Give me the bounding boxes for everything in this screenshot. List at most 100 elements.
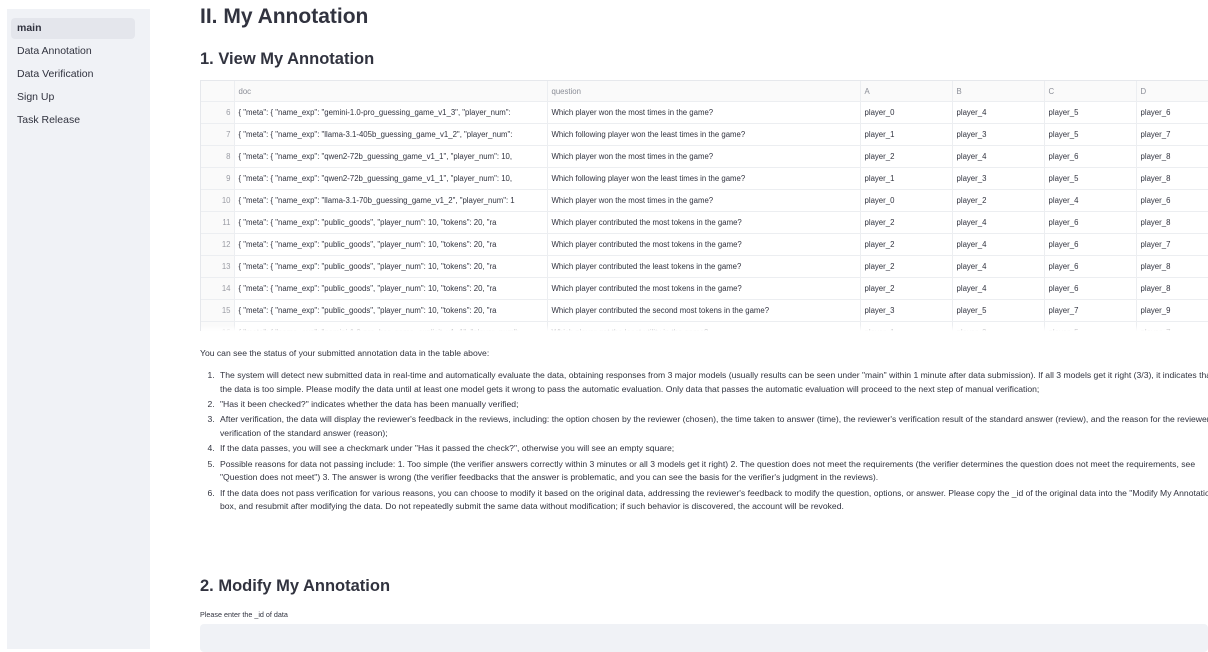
doc-cell[interactable]: { "meta": { "name_exp": "llama-3.1-405b_… — [234, 123, 548, 146]
doc-cell[interactable]: { "meta": { "name_exp": "public_goods", … — [234, 299, 548, 322]
option-a-cell[interactable]: player_1 — [860, 123, 953, 146]
option-a-cell[interactable]: player_1 — [860, 167, 953, 190]
sidebar-item-main[interactable]: main — [11, 18, 135, 39]
section-title-modify: 2. Modify My Annotation — [200, 577, 391, 595]
option-a-cell[interactable]: player_2 — [860, 277, 953, 300]
table-scroll-fade — [201, 325, 1208, 331]
doc-cell[interactable]: { "meta": { "name_exp": "public_goods", … — [234, 277, 548, 300]
column-header-doc[interactable]: doc — [234, 81, 548, 102]
column-header-a[interactable]: A — [860, 81, 953, 102]
option-d-cell[interactable]: player_8 — [1136, 145, 1208, 168]
question-cell[interactable]: Which player contributed the most tokens… — [547, 233, 861, 256]
option-d-cell[interactable]: player_8 — [1136, 255, 1208, 278]
sidebar-item-sign-up[interactable]: Sign Up — [11, 87, 135, 108]
option-a-cell[interactable]: player_0 — [860, 101, 953, 124]
table-row[interactable]: 9{ "meta": { "name_exp": "qwen2-72b_gues… — [201, 167, 1208, 190]
option-d-cell[interactable]: player_9 — [1136, 299, 1208, 322]
option-c-cell[interactable]: player_5 — [1044, 167, 1137, 190]
option-b-cell[interactable]: player_3 — [952, 167, 1045, 190]
option-c-cell[interactable]: player_6 — [1044, 145, 1137, 168]
question-cell[interactable]: Which player won the most times in the g… — [547, 101, 861, 124]
question-cell[interactable]: Which player contributed the least token… — [547, 255, 861, 278]
option-c-cell[interactable]: player_7 — [1044, 299, 1137, 322]
question-cell[interactable]: Which player won the most times in the g… — [547, 145, 861, 168]
row-index: 13 — [201, 255, 235, 278]
page-title: II. My Annotation — [200, 5, 369, 28]
column-header-d[interactable]: D — [1136, 81, 1208, 102]
question-cell[interactable]: Which player contributed the second most… — [547, 299, 861, 322]
option-d-cell[interactable]: player_8 — [1136, 211, 1208, 234]
annotation-table[interactable]: doc question A B C D 6{ "meta": { "name_… — [200, 80, 1208, 331]
column-header-b[interactable]: B — [952, 81, 1045, 102]
sidebar-item-data-verification[interactable]: Data Verification — [11, 64, 135, 85]
option-b-cell[interactable]: player_4 — [952, 211, 1045, 234]
option-c-cell[interactable]: player_6 — [1044, 255, 1137, 278]
main-content: II. My Annotation 1. View My Annotation … — [200, 0, 1208, 652]
option-c-cell[interactable]: player_4 — [1044, 189, 1137, 212]
status-step: "Has it been checked?" indicates whether… — [217, 398, 1208, 412]
option-d-cell[interactable]: player_6 — [1136, 101, 1208, 124]
status-intro: You can see the status of your submitted… — [200, 348, 490, 358]
column-header-question[interactable]: question — [547, 81, 861, 102]
column-header-c[interactable]: C — [1044, 81, 1137, 102]
sidebar-item-data-annotation[interactable]: Data Annotation — [11, 41, 135, 62]
option-b-cell[interactable]: player_2 — [952, 189, 1045, 212]
status-step: Possible reasons for data not passing in… — [217, 458, 1208, 485]
table-row[interactable]: 12{ "meta": { "name_exp": "public_goods"… — [201, 233, 1208, 256]
sidebar: main Data Annotation Data Verification S… — [7, 9, 150, 649]
table-row[interactable]: 8{ "meta": { "name_exp": "qwen2-72b_gues… — [201, 145, 1208, 168]
sidebar-item-task-release[interactable]: Task Release — [11, 110, 135, 131]
doc-cell[interactable]: { "meta": { "name_exp": "public_goods", … — [234, 233, 548, 256]
doc-cell[interactable]: { "meta": { "name_exp": "qwen2-72b_guess… — [234, 145, 548, 168]
doc-cell[interactable]: { "meta": { "name_exp": "public_goods", … — [234, 255, 548, 278]
option-b-cell[interactable]: player_4 — [952, 101, 1045, 124]
option-b-cell[interactable]: player_3 — [952, 123, 1045, 146]
option-b-cell[interactable]: player_5 — [952, 299, 1045, 322]
row-index: 11 — [201, 211, 235, 234]
table-row[interactable]: 13{ "meta": { "name_exp": "public_goods"… — [201, 255, 1208, 278]
row-index: 7 — [201, 123, 235, 146]
status-step: If the data passes, you will see a check… — [217, 442, 1208, 456]
option-c-cell[interactable]: player_5 — [1044, 123, 1137, 146]
option-c-cell[interactable]: player_6 — [1044, 211, 1137, 234]
doc-cell[interactable]: { "meta": { "name_exp": "qwen2-72b_guess… — [234, 167, 548, 190]
option-b-cell[interactable]: player_4 — [952, 255, 1045, 278]
option-b-cell[interactable]: player_4 — [952, 145, 1045, 168]
question-cell[interactable]: Which following player won the least tim… — [547, 167, 861, 190]
option-b-cell[interactable]: player_4 — [952, 233, 1045, 256]
option-d-cell[interactable]: player_6 — [1136, 189, 1208, 212]
row-index: 10 — [201, 189, 235, 212]
sidebar-nav: main Data Annotation Data Verification S… — [7, 9, 150, 131]
option-a-cell[interactable]: player_2 — [860, 233, 953, 256]
row-index: 12 — [201, 233, 235, 256]
question-cell[interactable]: Which player contributed the most tokens… — [547, 211, 861, 234]
question-cell[interactable]: Which player contributed the most tokens… — [547, 277, 861, 300]
table-row[interactable]: 11{ "meta": { "name_exp": "public_goods"… — [201, 211, 1208, 234]
id-input[interactable] — [200, 624, 1208, 652]
option-c-cell[interactable]: player_5 — [1044, 101, 1137, 124]
table-row[interactable]: 10{ "meta": { "name_exp": "llama-3.1-70b… — [201, 189, 1208, 212]
question-cell[interactable]: Which following player won the least tim… — [547, 123, 861, 146]
option-a-cell[interactable]: player_2 — [860, 145, 953, 168]
doc-cell[interactable]: { "meta": { "name_exp": "gemini-1.0-pro_… — [234, 101, 548, 124]
table-row[interactable]: 14{ "meta": { "name_exp": "public_goods"… — [201, 277, 1208, 300]
option-a-cell[interactable]: player_2 — [860, 255, 953, 278]
option-d-cell[interactable]: player_7 — [1136, 123, 1208, 146]
option-c-cell[interactable]: player_6 — [1044, 233, 1137, 256]
table-row[interactable]: 7{ "meta": { "name_exp": "llama-3.1-405b… — [201, 123, 1208, 146]
option-d-cell[interactable]: player_8 — [1136, 167, 1208, 190]
option-a-cell[interactable]: player_0 — [860, 189, 953, 212]
doc-cell[interactable]: { "meta": { "name_exp": "public_goods", … — [234, 211, 548, 234]
option-b-cell[interactable]: player_4 — [952, 277, 1045, 300]
doc-cell[interactable]: { "meta": { "name_exp": "llama-3.1-70b_g… — [234, 189, 548, 212]
id-input-label: Please enter the _id of data — [200, 610, 288, 619]
option-c-cell[interactable]: player_6 — [1044, 277, 1137, 300]
option-a-cell[interactable]: player_3 — [860, 299, 953, 322]
row-index: 9 — [201, 167, 235, 190]
option-d-cell[interactable]: player_7 — [1136, 233, 1208, 256]
option-a-cell[interactable]: player_2 — [860, 211, 953, 234]
question-cell[interactable]: Which player won the most times in the g… — [547, 189, 861, 212]
table-row[interactable]: 15{ "meta": { "name_exp": "public_goods"… — [201, 299, 1208, 322]
option-d-cell[interactable]: player_8 — [1136, 277, 1208, 300]
table-row[interactable]: 6{ "meta": { "name_exp": "gemini-1.0-pro… — [201, 101, 1208, 124]
